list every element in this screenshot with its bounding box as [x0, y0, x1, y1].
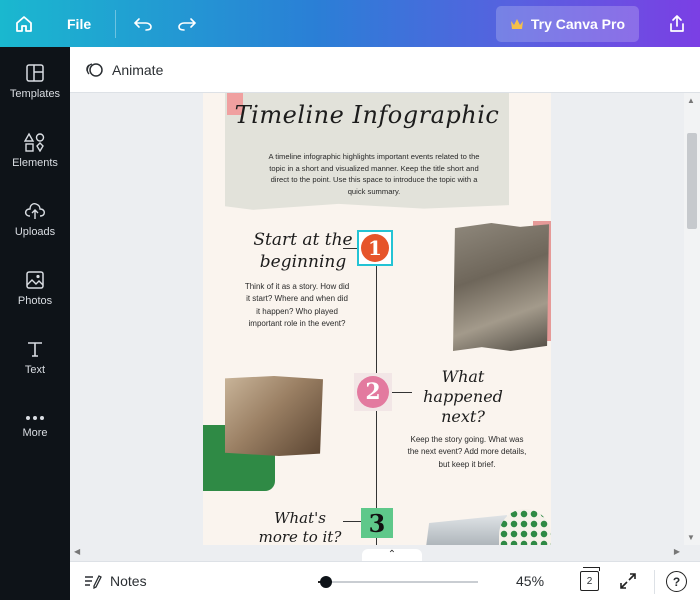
- context-toolbar: Animate: [70, 47, 700, 93]
- scroll-left-icon[interactable]: ◀: [74, 547, 80, 556]
- design-page[interactable]: Timeline Infographic A timeline infograp…: [203, 93, 551, 545]
- file-menu[interactable]: File: [67, 16, 91, 32]
- zoom-percentage[interactable]: 45%: [516, 573, 544, 589]
- event-2-number: 2: [357, 376, 389, 408]
- undo-button[interactable]: [126, 7, 160, 41]
- scrollbar-thumb[interactable]: [687, 133, 697, 229]
- sidebar-item-label: Templates: [9, 88, 61, 100]
- event-1-text[interactable]: Think of it as a story. How did it start…: [243, 281, 351, 331]
- decorative-dots-shape[interactable]: [499, 509, 551, 545]
- sidebar-item-uploads[interactable]: Uploads: [0, 185, 70, 254]
- event-2-number-badge[interactable]: 2: [354, 373, 392, 411]
- sidebar-item-more[interactable]: More: [0, 392, 70, 461]
- animate-icon: [86, 62, 103, 77]
- design-title[interactable]: Timeline Infographic: [225, 101, 509, 129]
- elements-icon: [24, 132, 45, 152]
- timeline-connector: [392, 392, 412, 393]
- help-button[interactable]: ?: [666, 571, 687, 592]
- notes-button[interactable]: Notes: [84, 573, 147, 589]
- try-canva-pro-label: Try Canva Pro: [530, 15, 625, 32]
- templates-icon: [26, 64, 44, 82]
- bottom-bar: Notes 45% 2 ?: [70, 561, 700, 600]
- scroll-down-icon[interactable]: ▼: [687, 533, 695, 542]
- more-icon: [26, 416, 44, 420]
- tools-photo[interactable]: [225, 376, 323, 456]
- fullscreen-icon: [620, 573, 636, 589]
- sidebar-item-templates[interactable]: Templates: [0, 47, 70, 116]
- sidebar-item-label: Uploads: [14, 226, 56, 238]
- workshop-photo[interactable]: [453, 223, 549, 351]
- sidebar-item-photos[interactable]: Photos: [0, 254, 70, 323]
- redo-button[interactable]: [170, 7, 204, 41]
- building-photo[interactable]: [425, 515, 507, 545]
- home-button[interactable]: [0, 0, 47, 47]
- top-bar: File Try Canva Pro: [0, 0, 700, 47]
- share-icon: [669, 14, 684, 32]
- sidebar-item-label: More: [22, 427, 48, 439]
- chevron-up-icon: ⌃: [387, 549, 397, 560]
- sidebar-item-elements[interactable]: Elements: [0, 116, 70, 185]
- timeline-connector: [343, 521, 361, 522]
- design-intro-text[interactable]: A timeline infographic highlights import…: [263, 151, 485, 197]
- sidebar: Templates Elements Uploads Photos Text M…: [0, 47, 70, 600]
- canva-editor: File Try Canva Pro Templates Elements Up…: [0, 0, 700, 600]
- animate-button[interactable]: Animate: [112, 62, 163, 78]
- fullscreen-button[interactable]: [619, 572, 637, 593]
- zoom-slider-handle[interactable]: [320, 576, 332, 588]
- event-3-heading[interactable]: What's more to it?: [255, 509, 345, 545]
- notes-label: Notes: [110, 573, 147, 589]
- redo-icon: [178, 17, 197, 31]
- notes-collapse-tab[interactable]: ⌃: [362, 549, 422, 561]
- try-canva-pro-button[interactable]: Try Canva Pro: [495, 5, 639, 42]
- event-1-heading[interactable]: Start at the beginning: [243, 229, 363, 273]
- photos-icon: [26, 271, 44, 289]
- undo-icon: [133, 17, 152, 31]
- event-3-number-badge[interactable]: 3: [361, 508, 393, 538]
- share-button[interactable]: [653, 0, 700, 47]
- page-count-button[interactable]: 2: [580, 567, 600, 591]
- footer-divider: [654, 570, 655, 594]
- sidebar-item-label: Elements: [12, 157, 58, 169]
- sidebar-item-label: Photos: [17, 295, 53, 307]
- home-icon: [15, 15, 32, 32]
- scroll-up-icon[interactable]: ▲: [687, 96, 695, 105]
- canvas-area[interactable]: Timeline Infographic A timeline infograp…: [70, 93, 700, 560]
- event-2-text[interactable]: Keep the story going. What was the next …: [407, 434, 527, 471]
- event-1-number: 1: [361, 234, 389, 262]
- sidebar-item-label: Text: [24, 364, 46, 376]
- scroll-right-icon[interactable]: ▶: [674, 547, 680, 556]
- crown-icon: [510, 18, 523, 29]
- toolbar-divider: [115, 9, 117, 38]
- event-1-number-badge[interactable]: 1: [357, 230, 393, 266]
- text-icon: [28, 342, 42, 357]
- zoom-slider[interactable]: [318, 576, 478, 588]
- notes-icon: [85, 575, 102, 589]
- vertical-scrollbar[interactable]: ▲ ▼: [684, 93, 700, 545]
- event-2-heading[interactable]: What happened next?: [418, 367, 508, 427]
- sidebar-item-text[interactable]: Text: [0, 323, 70, 392]
- uploads-icon: [24, 203, 45, 219]
